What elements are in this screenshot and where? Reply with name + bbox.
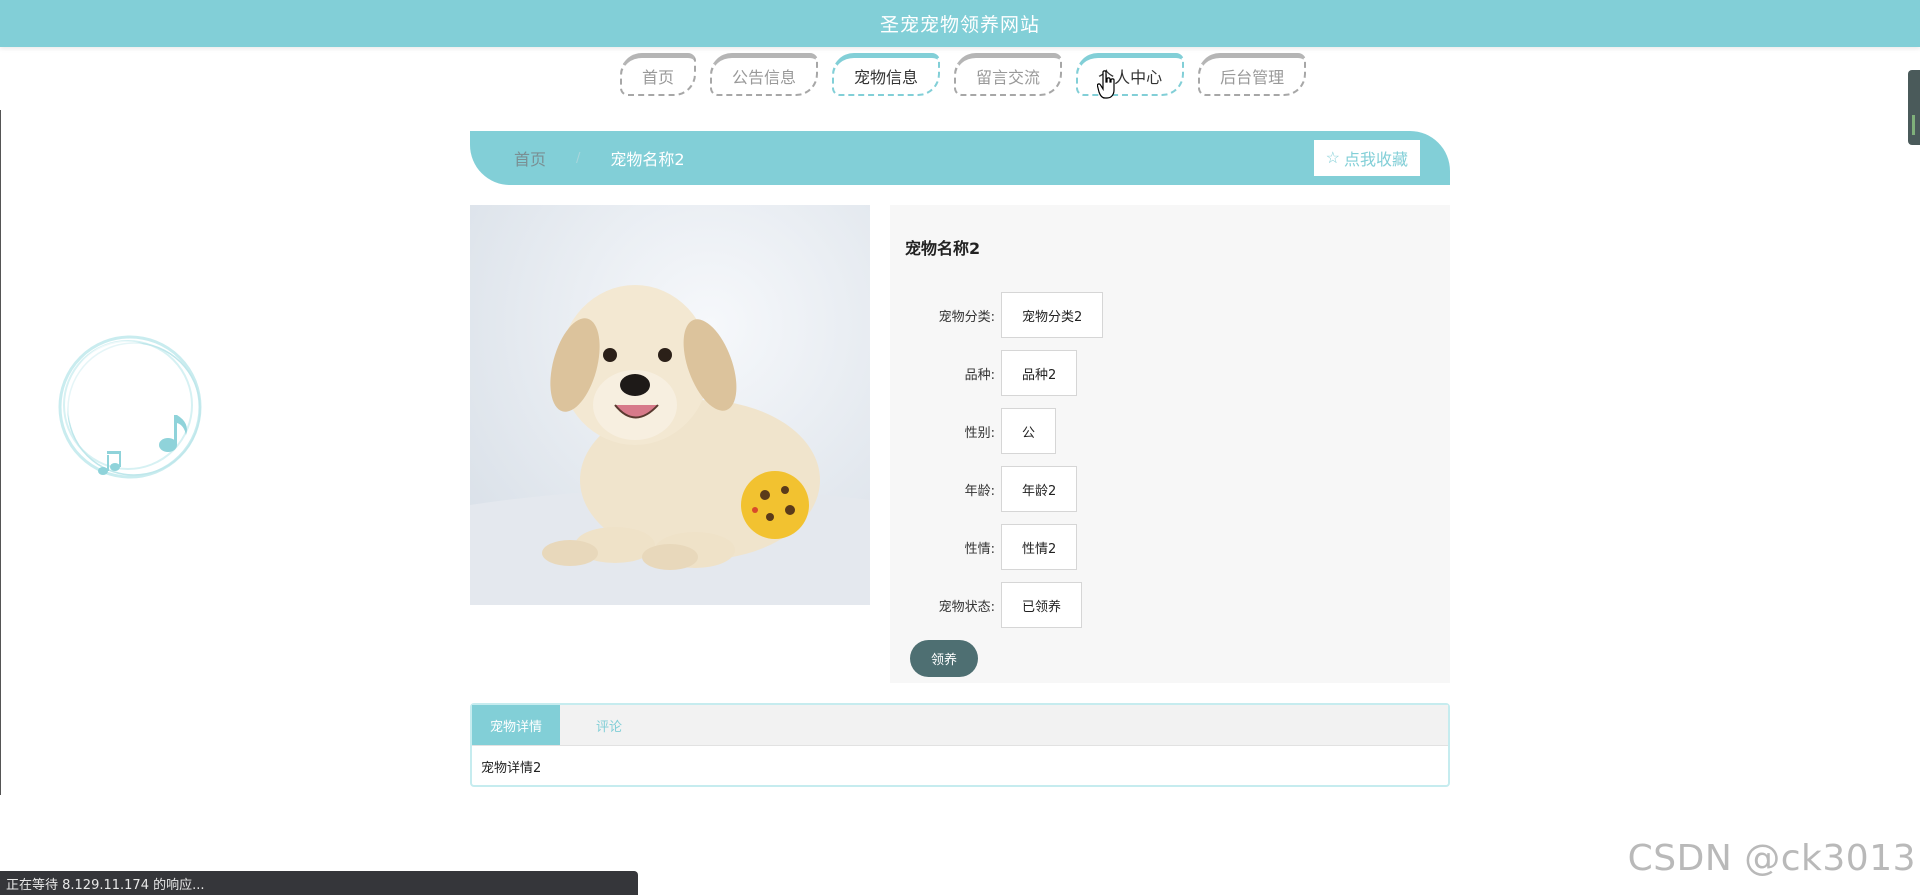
- nav-item-home[interactable]: 首页: [620, 53, 697, 96]
- field-label: 年龄:: [964, 483, 995, 499]
- field-label: 宠物状态:: [938, 599, 995, 615]
- nav-item-pet-info[interactable]: 宠物信息: [832, 53, 941, 96]
- left-border-line: [0, 110, 1, 795]
- favorite-label: 点我收藏: [1343, 152, 1408, 169]
- breadcrumb-home[interactable]: 首页: [514, 146, 546, 170]
- breadcrumb-current: 宠物名称2: [610, 150, 685, 169]
- tab-pet-details[interactable]: 宠物详情: [472, 705, 561, 745]
- nav-item-announcements[interactable]: 公告信息: [710, 53, 819, 96]
- breadcrumb-separator: /: [576, 150, 581, 166]
- star-outline-icon: ☆: [1325, 150, 1340, 167]
- nav-item-messages[interactable]: 留言交流: [954, 53, 1063, 96]
- field-row-gender: 性别: 公: [890, 408, 1057, 454]
- favorite-button[interactable]: ☆ 点我收藏: [1313, 140, 1420, 176]
- browser-status-bar: 正在等待 8.129.11.174 的响应...: [0, 871, 638, 895]
- site-header: 圣宠宠物领养网站: [0, 0, 1920, 47]
- breadcrumb: 首页 / 宠物名称2 ☆ 点我收藏: [470, 131, 1450, 185]
- tabs-header: 宠物详情 评论: [472, 705, 1448, 746]
- field-label: 品种:: [964, 367, 995, 383]
- main-nav: 首页 公告信息 宠物信息 留言交流 个人中心 后台管理: [620, 53, 1307, 100]
- adopt-button[interactable]: 领养: [910, 640, 978, 677]
- field-value-temperament: 性情2: [1001, 524, 1078, 570]
- tab-comments[interactable]: 评论: [560, 705, 640, 745]
- tab-content: 宠物详情2: [481, 761, 542, 776]
- nav-item-personal-center[interactable]: 个人中心: [1076, 53, 1185, 96]
- field-value-status: 已领养: [1001, 582, 1083, 628]
- field-value-breed: 品种2: [1001, 350, 1078, 396]
- pet-photo: [470, 205, 870, 605]
- pet-name-title: 宠物名称2: [905, 239, 981, 258]
- field-value-category: 宠物分类2: [1001, 292, 1104, 338]
- csdn-watermark: CSDN @ck3013: [1627, 838, 1916, 879]
- field-value-gender: 公: [1001, 408, 1057, 454]
- field-label: 性别:: [964, 425, 995, 441]
- field-row-breed: 品种: 品种2: [890, 350, 1078, 396]
- field-row-age: 年龄: 年龄2: [890, 466, 1078, 512]
- site-title: 圣宠宠物领养网站: [879, 14, 1040, 36]
- field-value-age: 年龄2: [1001, 466, 1078, 512]
- field-label: 宠物分类:: [938, 309, 995, 325]
- side-scroll-widget[interactable]: [1908, 70, 1920, 145]
- pet-info-panel: 宠物名称2 宠物分类: 宠物分类2 品种: 品种2 性别: 公 年龄: 年龄2 …: [890, 205, 1450, 683]
- field-row-status: 宠物状态: 已领养: [890, 582, 1083, 628]
- field-row-category: 宠物分类: 宠物分类2: [890, 292, 1104, 338]
- pet-tabs: 宠物详情 评论 宠物详情2: [470, 703, 1450, 787]
- nav-item-admin[interactable]: 后台管理: [1198, 53, 1307, 96]
- field-row-temperament: 性情: 性情2: [890, 524, 1078, 570]
- field-label: 性情:: [964, 541, 995, 557]
- hand-cursor-icon: [1097, 70, 1115, 99]
- music-player-icon[interactable]: [50, 335, 210, 485]
